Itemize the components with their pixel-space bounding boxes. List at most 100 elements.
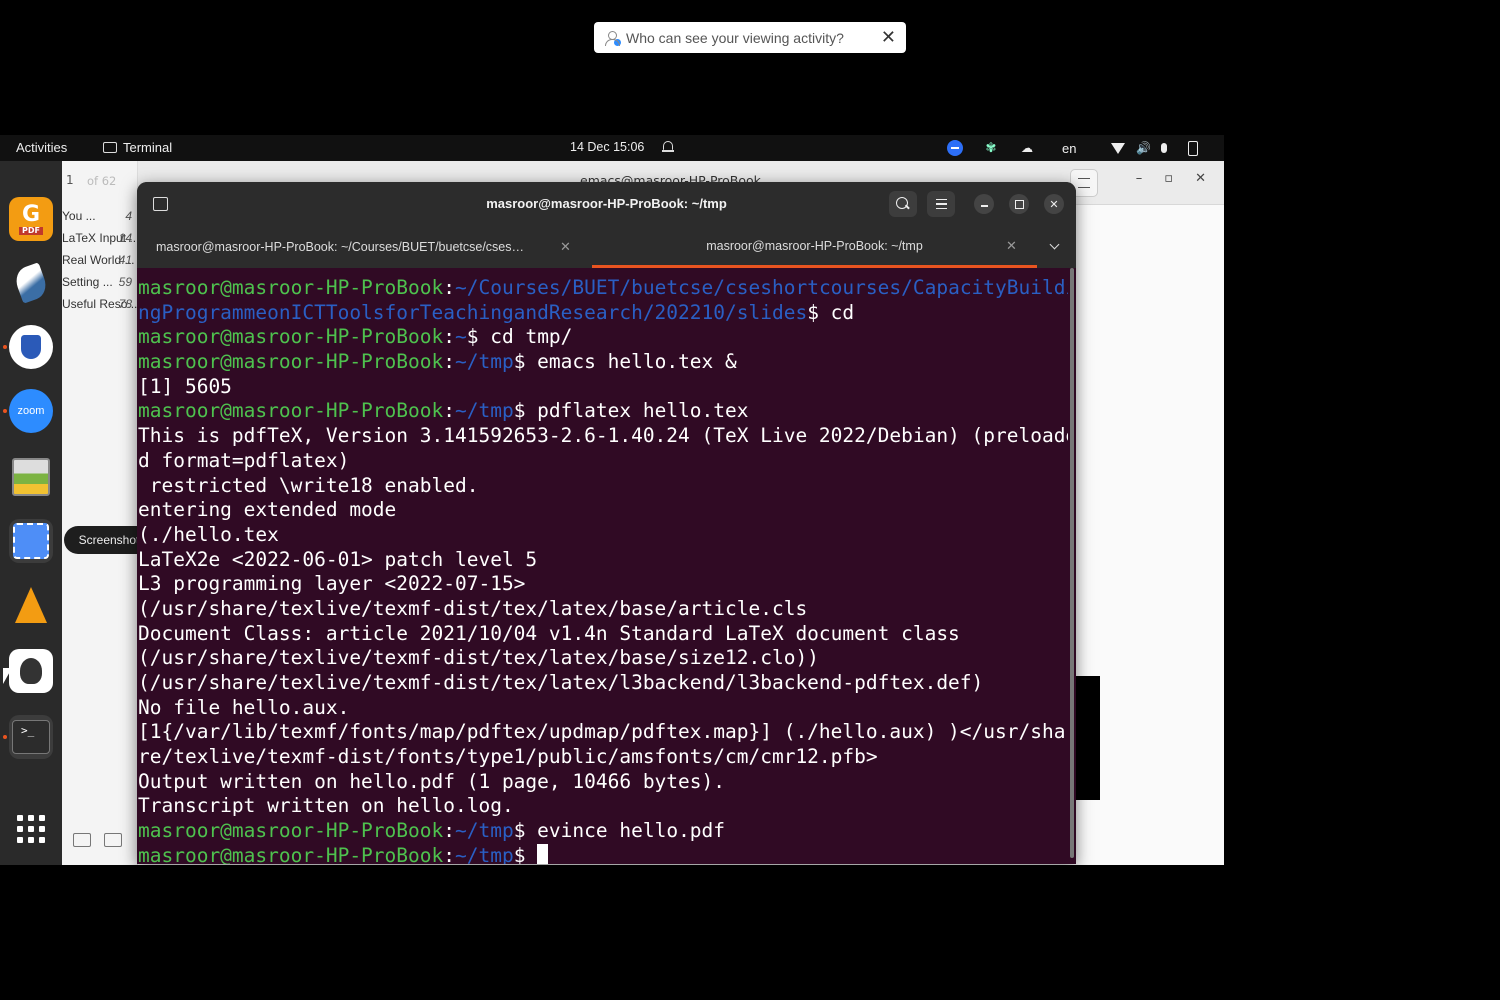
viewer-window-controls: – ▫ ✕ — [1136, 171, 1206, 186]
battery-icon[interactable] — [1186, 139, 1200, 157]
line-rest: $ — [513, 843, 538, 864]
terminal-line: Document Class: article 2021/10/04 v1.4n… — [138, 622, 1068, 647]
dock: G PDF zoom >_ — [0, 161, 62, 865]
terminal-line: This is pdfTeX, Version 3.141592653-2.6-… — [138, 424, 1068, 449]
dock-inkscape[interactable] — [9, 649, 53, 693]
line-sep: : — [443, 843, 455, 864]
line-sep: : — [443, 276, 455, 299]
notice-text: Who can see your viewing activity? — [626, 29, 844, 46]
microphone-icon[interactable] — [1160, 139, 1168, 157]
dock-feather-app[interactable] — [9, 261, 53, 305]
terminal-line: (./hello.tex — [138, 523, 1068, 548]
terminal-icon — [103, 142, 117, 153]
terminal-line: (/usr/share/texlive/texmf-dist/tex/latex… — [138, 671, 1068, 696]
terminal-output[interactable]: masroor@masroor-HP-ProBook:~/Courses/BUE… — [137, 268, 1068, 864]
dock-system-monitor[interactable] — [9, 455, 53, 499]
line-sep: : — [443, 399, 455, 423]
volume-icon[interactable]: 🔊 — [1136, 139, 1151, 157]
line-rest: (./hello.tex — [138, 522, 279, 546]
terminal-line: re/texlive/texmf-dist/fonts/type1/public… — [138, 745, 1068, 770]
dock-vlc[interactable] — [9, 583, 53, 627]
cloud-icon[interactable]: ☁ — [1018, 139, 1036, 157]
line-rest: [1] 5605 — [138, 374, 232, 398]
bookmarks-icon[interactable] — [104, 833, 122, 847]
viewers-icon — [604, 29, 622, 47]
tab-close-button[interactable]: ✕ — [1006, 238, 1017, 254]
page-number-input[interactable]: 1 — [66, 173, 74, 187]
line-user: masroor@masroor-HP-ProBook — [138, 325, 444, 349]
terminal-scrollbar[interactable] — [1068, 268, 1076, 864]
terminal-line: L3 programming layer <2022-07-15> — [138, 572, 1068, 597]
viewer-maximize-button[interactable]: ▫ — [1164, 171, 1173, 186]
terminal-maximize-button[interactable] — [1009, 194, 1029, 214]
terminal-minimize-button[interactable] — [974, 194, 994, 214]
terminal-line: Output written on hello.pdf (1 page, 104… — [138, 770, 1068, 795]
viewing-activity-notice[interactable]: Who can see your viewing activity? ✕ — [594, 22, 906, 53]
terminal-line: entering extended mode — [138, 498, 1068, 523]
line-rest: No file hello.aux. — [138, 695, 350, 719]
line-path: ~/tmp — [455, 819, 514, 843]
zoom-icon-label: zoom — [17, 405, 45, 417]
line-path: ~/Courses/BUET/buetcse/cseshortcourses/C… — [455, 276, 1068, 299]
line-path: ~/tmp — [455, 843, 514, 864]
annotations-icon[interactable] — [73, 833, 91, 847]
tab-courses[interactable]: masroor@masroor-HP-ProBook: ~/Courses/BU… — [137, 226, 587, 268]
terminal-line: masroor@masroor-HP-ProBook:~$ cd tmp/ — [138, 325, 1068, 350]
line-sep: : — [443, 325, 455, 349]
viewer-minimize-button[interactable]: – — [1136, 171, 1143, 186]
line-rest: [1{/var/lib/texmf/fonts/map/pdftex/updma… — [138, 720, 1066, 744]
show-apps-button[interactable] — [9, 807, 53, 851]
activities-button[interactable]: Activities — [16, 140, 67, 155]
tray-gear-icon[interactable]: ✾ — [984, 139, 998, 157]
terminal-search-button[interactable] — [889, 191, 917, 217]
outline-sidebar: 1 of 62 You ... 4 LaTeX Input ... 14 Rea… — [62, 161, 139, 865]
line-user: masroor@masroor-HP-ProBook — [138, 276, 444, 299]
viewer-close-button[interactable]: ✕ — [1195, 171, 1206, 186]
line-rest: $ pdflatex hello.tex — [513, 399, 749, 423]
text-cursor — [537, 843, 549, 864]
line-user: masroor@masroor-HP-ProBook — [138, 399, 444, 423]
line-rest: Transcript written on hello.log. — [138, 794, 514, 818]
dock-screenshot[interactable] — [9, 519, 53, 563]
tab-close-button[interactable]: ✕ — [560, 239, 571, 255]
line-sep: : — [443, 350, 455, 374]
language-indicator[interactable]: en — [1062, 139, 1076, 157]
terminal-line: masroor@masroor-HP-ProBook:~/Courses/BUE… — [138, 276, 1068, 301]
line-rest: entering extended mode — [138, 498, 397, 522]
line-rest: re/texlive/texmf-dist/fonts/type1/public… — [138, 745, 878, 769]
terminal-menu-button[interactable] — [927, 191, 955, 217]
dock-pdf-editor[interactable]: G PDF — [9, 197, 53, 241]
app-menu-terminal[interactable]: Terminal — [103, 140, 172, 155]
terminal-line: [1{/var/lib/texmf/fonts/map/pdftex/updma… — [138, 720, 1068, 745]
tab-tmp[interactable]: masroor@masroor-HP-ProBook: ~/tmp ✕ — [592, 226, 1037, 268]
notice-close-button[interactable]: ✕ — [881, 27, 896, 48]
bell-icon[interactable] — [662, 140, 674, 153]
line-path: ngProgrammeonICTToolsforTeachingandResea… — [138, 300, 808, 324]
dock-terminal[interactable]: >_ — [3, 715, 53, 759]
clock[interactable]: 14 Dec 15:06 — [570, 140, 644, 154]
line-rest: $ cd tmp/ — [466, 325, 573, 349]
desktop: Activities Terminal 14 Dec 15:06 ✾ ☁ en … — [0, 135, 1224, 865]
line-rest: (/usr/share/texlive/texmf-dist/tex/latex… — [138, 671, 984, 694]
line-rest: This is pdfTeX, Version 3.141592653-2.6-… — [138, 424, 1068, 448]
line-rest: LaTeX2e <2022-06-01> patch level 5 — [138, 547, 538, 571]
terminal-window[interactable]: masroor@masroor-HP-ProBook: ~/tmp ✕ masr… — [137, 182, 1076, 864]
line-rest: (/usr/share/texlive/texmf-dist/tex/latex… — [138, 596, 808, 620]
line-path: ~ — [455, 325, 467, 349]
terminal-line: masroor@masroor-HP-ProBook:~/tmp$ evince… — [138, 819, 1068, 844]
line-path: ~/tmp — [455, 399, 514, 423]
tabs-dropdown-icon[interactable] — [1049, 240, 1061, 252]
terminal-line: No file hello.aux. — [138, 696, 1068, 721]
terminal-line: (/usr/share/texlive/texmf-dist/tex/latex… — [138, 646, 1068, 671]
terminal-line: masroor@masroor-HP-ProBook:~/tmp$ — [138, 843, 1068, 864]
dock-zoom[interactable]: zoom — [3, 389, 53, 433]
line-user: masroor@masroor-HP-ProBook — [138, 819, 444, 843]
wifi-icon[interactable] — [1110, 141, 1126, 155]
terminal-line: Transcript written on hello.log. — [138, 794, 1068, 819]
line-rest: Document Class: article 2021/10/04 v1.4n… — [138, 621, 960, 645]
dock-security-app[interactable] — [3, 325, 53, 369]
tab-label: masroor@masroor-HP-ProBook: ~/tmp — [706, 238, 923, 253]
zoom-tray-icon[interactable] — [947, 140, 963, 156]
terminal-close-button[interactable]: ✕ — [1044, 194, 1064, 214]
line-rest: (/usr/share/texlive/texmf-dist/tex/latex… — [138, 646, 819, 670]
